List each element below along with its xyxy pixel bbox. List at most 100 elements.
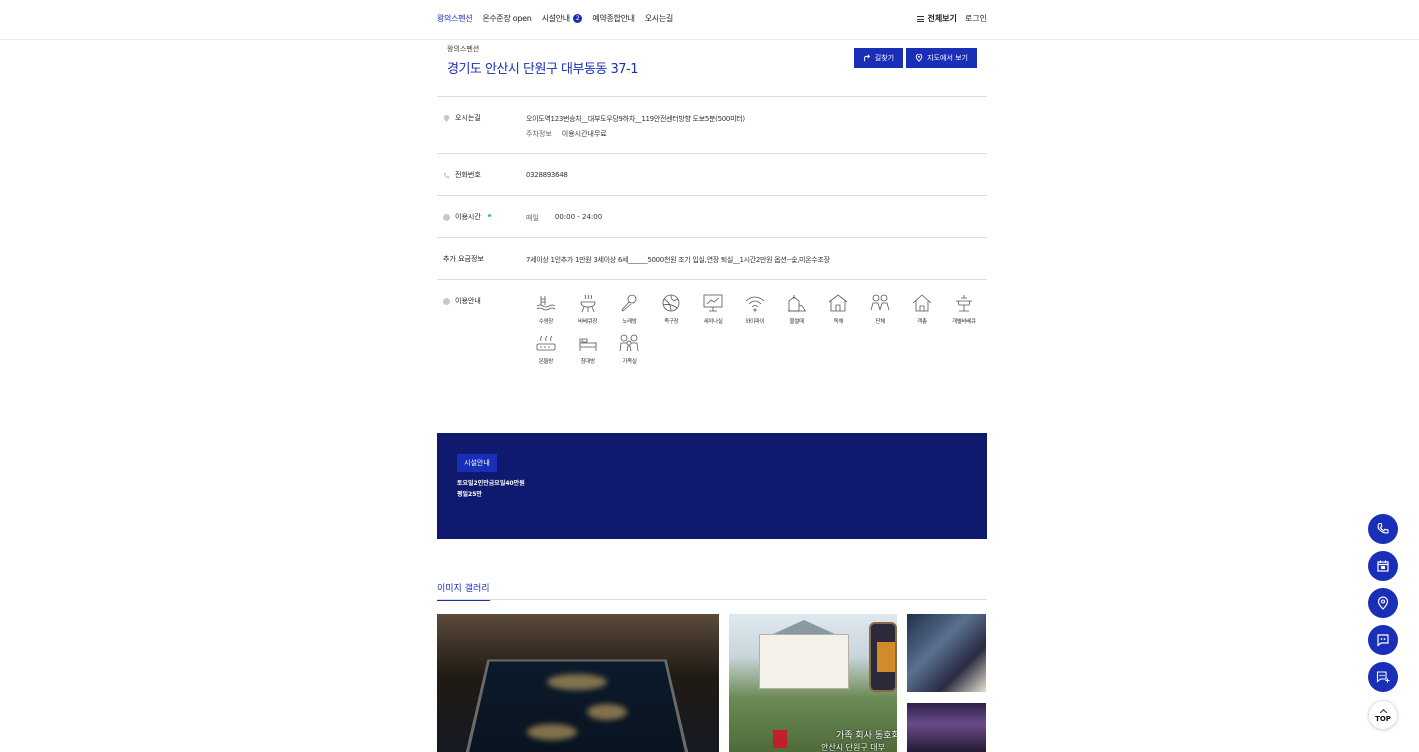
call-button[interactable] <box>1368 514 1398 544</box>
notice-text: 토요일2인만금요일40만원 평일25만 <box>457 478 525 500</box>
gallery-photo-pool[interactable] <box>437 614 719 752</box>
group-icon <box>870 294 890 311</box>
amenity-item: 세미나실 <box>692 293 734 325</box>
hours-value: 매일 00:00 - 24:00 <box>526 213 602 223</box>
info-row-phone: 전화번호 0328893648 <box>437 154 987 196</box>
info-row-fee: 추가 요금정보 7세이상 1인추가 1만원 3세이상 6세______5000천… <box>437 238 987 280</box>
place-title-area: 왕의스펜션 경기도 안산시 단원구 대부동동 37-1 길찾기 지도에서 보기 <box>437 40 987 97</box>
route-icon <box>863 54 870 62</box>
login-link[interactable]: 로그인 <box>965 13 987 24</box>
map-pin-icon <box>915 54 923 62</box>
amenity-item: 물썰매 <box>776 293 818 325</box>
nav-item-facilities[interactable]: 시설안내 2 <box>542 13 583 24</box>
hours-day: 매일 <box>526 214 539 222</box>
chat-button[interactable] <box>1368 625 1398 655</box>
amenity-name: 침대방 <box>580 359 596 365</box>
phone-icon <box>443 172 450 178</box>
map-pin-icon <box>1377 596 1389 610</box>
add-chat-button[interactable] <box>1368 662 1398 692</box>
amenities-label-wrap: 이용안내 <box>443 296 481 306</box>
amenities-grid: 수영장 바베큐장 노래방 족구장 세미나실 와이파이 물썰매 독채 단체 객총 … <box>525 293 985 365</box>
all-menu-label: 전체보기 <box>927 14 957 23</box>
fee-value: 7세이상 1인추가 1만원 3세이상 6세______5000천원 조기 입실,… <box>526 256 830 264</box>
family-icon <box>620 334 639 352</box>
header-right: 전체보기 로그인 <box>917 13 987 24</box>
amenity-name: 족구장 <box>664 319 679 325</box>
amenity-item: 개별바베큐 <box>943 293 985 325</box>
amenity-name: 단체 <box>875 319 886 325</box>
nav-item-directions[interactable]: 오시는길 <box>644 13 674 24</box>
info-icon <box>443 297 450 305</box>
house-body <box>759 634 849 689</box>
hours-label-wrap: 이용시간 <box>443 212 491 222</box>
nav-item-home[interactable]: 왕의스펜션 <box>437 13 473 24</box>
reservation-button[interactable] <box>1368 551 1398 581</box>
site-header: 왕의스펜션 온수준장 open 시설안내 2 예약종합안내 오시는길 전체보기 로… <box>0 0 1419 40</box>
gallery-title: 이미지 갤러리 <box>437 581 490 601</box>
parking-label: 주차정보 <box>526 130 552 138</box>
light-reflection <box>527 724 577 740</box>
status-dot <box>487 213 491 217</box>
sign-panel <box>877 642 895 672</box>
nav-item-open[interactable]: 온수준장 open <box>482 13 532 24</box>
hours-time: 00:00 - 24:00 <box>554 213 603 221</box>
parking-value: 이용시간내무료 <box>561 130 607 138</box>
amenity-item: 독채 <box>818 293 860 325</box>
light-reflection <box>587 704 627 720</box>
directions-label: 길찾기 <box>874 54 895 62</box>
amenity-item: 침대방 <box>567 333 609 365</box>
wifi-icon <box>745 296 765 312</box>
fee-label: 추가 요금정보 <box>443 255 484 263</box>
view-map-button[interactable]: 지도에서 보기 <box>906 48 977 68</box>
amenity-name: 세미나실 <box>703 319 723 325</box>
amenity-item: 가족실 <box>609 333 651 365</box>
all-menu-button[interactable]: 전체보기 <box>917 13 957 24</box>
fee-label-wrap: 추가 요금정보 <box>443 254 484 264</box>
gallery-photo-exterior[interactable]: 가족 회사 동호회 안산시 단원구 대부 <box>729 614 897 752</box>
mailbox <box>773 730 787 748</box>
place-actions: 길찾기 지도에서 보기 <box>853 48 977 68</box>
gallery-photo-karaoke[interactable] <box>907 703 986 752</box>
seminar-icon <box>703 294 723 312</box>
login-label: 로그인 <box>964 14 987 23</box>
home-icon <box>912 294 932 312</box>
scroll-top-button[interactable]: TOP <box>1368 700 1398 730</box>
nav-item-label: 오시는길 <box>644 14 674 23</box>
pool-icon <box>536 296 556 311</box>
info-row-hours: 이용시간 매일 00:00 - 24:00 <box>437 196 987 238</box>
amenity-name: 객총 <box>917 319 927 325</box>
menu-icon <box>917 15 925 22</box>
phone-value[interactable]: 0328893648 <box>526 171 568 179</box>
amenity-name: 독채 <box>833 319 844 325</box>
view-map-label: 지도에서 보기 <box>927 54 968 62</box>
nav-badge: 2 <box>572 14 583 23</box>
ondol-icon <box>536 335 556 351</box>
clock-icon <box>443 213 450 221</box>
amenity-item: 노래방 <box>609 293 651 325</box>
hours-label: 이용시간 <box>455 213 481 221</box>
gallery-photo-room[interactable] <box>907 614 986 692</box>
light-reflection <box>547 674 607 690</box>
amenity-name: 가족실 <box>622 359 637 365</box>
gallery-divider <box>437 599 987 600</box>
phone-icon <box>1377 522 1389 534</box>
facility-notice: 시설안내 토요일2인만금요일40만원 평일25만 <box>437 433 987 539</box>
bed-icon <box>579 338 597 351</box>
bbq-icon <box>580 294 596 313</box>
amenity-name: 수영장 <box>538 319 554 325</box>
amenity-name: 온돌방 <box>538 359 554 365</box>
directions-button[interactable]: 길찾기 <box>853 48 904 68</box>
location-button[interactable] <box>1368 588 1398 618</box>
nav-item-reservation[interactable]: 예약종합안내 <box>592 13 635 24</box>
notice-tag: 시설안내 <box>457 454 497 472</box>
amenity-name: 물썰매 <box>789 319 805 325</box>
phone-label-wrap: 전화번호 <box>443 170 481 180</box>
nav-item-label: 예약종합안내 <box>592 14 635 23</box>
place-name: 왕의스펜션 <box>447 45 480 53</box>
nav-item-label: 왕의스펜션 <box>437 14 473 23</box>
amenity-item: 수영장 <box>525 293 567 325</box>
sled-icon <box>787 295 806 312</box>
amenity-item: 바베큐장 <box>567 293 609 325</box>
amenity-item: 온돌방 <box>525 333 567 365</box>
amenity-item: 와이파이 <box>734 293 776 325</box>
